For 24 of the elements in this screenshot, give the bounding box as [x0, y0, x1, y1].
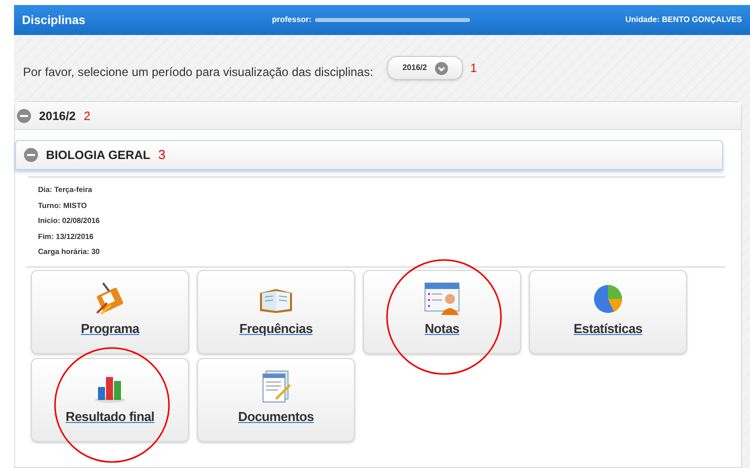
period-title: 2016/2 [39, 108, 76, 124]
menu-tile[interactable]: Documentos [197, 358, 355, 442]
unit-label: Unidade: BENTO GONÇALVES [625, 14, 742, 26]
menu-tile[interactable]: Programa [31, 270, 189, 354]
period-dropdown[interactable]: 2016/2 [387, 56, 464, 80]
collapse-icon[interactable] [24, 148, 38, 162]
collapse-icon[interactable] [17, 108, 31, 122]
student-list-icon [424, 281, 460, 315]
period-header[interactable]: 2016/2 2 [15, 102, 741, 130]
period-prompt: Por favor, selecione um período para visualização das disciplinas: [23, 64, 374, 81]
page-title: Disciplinas [22, 12, 86, 29]
course-title: BIOLOGIA GERAL [46, 147, 150, 164]
annotation-number: 3 [158, 146, 166, 164]
chevron-down-icon [434, 62, 448, 74]
document-icon [260, 369, 292, 403]
annotation-number: 1 [470, 60, 477, 77]
menu-tile[interactable]: Resultado final [31, 358, 189, 442]
menu-tile[interactable]: Frequências [197, 270, 355, 354]
menu-tile[interactable]: Estatísticas [529, 270, 687, 354]
pie-chart-icon [592, 283, 624, 315]
professor-label: professor: [272, 14, 312, 26]
annotation-number: 2 [84, 108, 90, 124]
course-header[interactable]: BIOLOGIA GERAL 3 [15, 140, 723, 170]
menu-tile[interactable]: Notas [363, 270, 521, 354]
